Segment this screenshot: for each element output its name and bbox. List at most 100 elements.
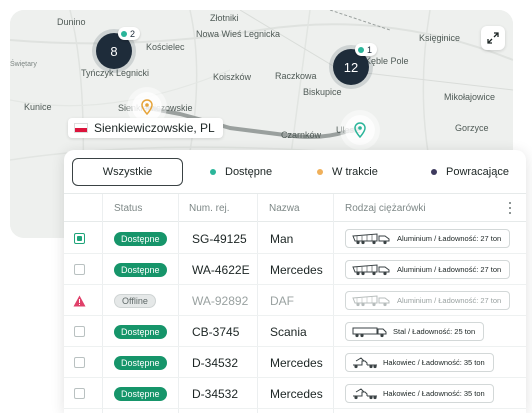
truck-type-label: Hakowiec / Ładowność: 35 ton — [383, 358, 485, 367]
table-header: Status Num. rej. Nazwa Rodzaj ciężarówki — [64, 194, 526, 222]
registration-number: D-34532 — [192, 386, 239, 401]
row-checkbox[interactable] — [73, 326, 85, 337]
filter-label: Dostępne — [225, 166, 273, 178]
table-row[interactable]: Dostępne WA-4622E Mercedes Aluminium / Łado… — [64, 254, 526, 285]
location-name: Sienkiewiczowskie, PL — [94, 121, 215, 135]
tipper-truck-icon — [352, 232, 390, 244]
registration-number: D-34532 — [192, 355, 239, 370]
status-cell: Dostępne — [114, 347, 167, 378]
truck-type-pill: Hakowiec / Ładowność: 35 ton — [345, 384, 494, 403]
row-select-cell[interactable] — [72, 223, 86, 254]
status-cell: Dostępne — [114, 316, 167, 347]
truck-type-label: Aluminium / Ładowność: 27 ton — [397, 234, 502, 243]
truck-type-label: Aluminium / Ładowność: 27 ton — [397, 296, 502, 305]
filter-returning[interactable]: Powracające — [431, 158, 509, 186]
location-pin-icon — [141, 99, 153, 115]
map-place-label: Gorzyce — [455, 123, 489, 133]
truck-type-cell: Stal / Ładowność: 25 ton — [345, 316, 485, 347]
vehicle-name: Mercedes — [270, 262, 323, 277]
column-header-name[interactable]: Nazwa — [269, 194, 300, 222]
filter-all-button[interactable]: Wszystkie — [72, 158, 183, 186]
column-header-truck-type[interactable]: Rodzaj ciężarówki — [345, 194, 426, 222]
cluster-badge-count: 2 — [130, 28, 136, 39]
warning-icon — [73, 295, 85, 306]
tipper-truck-icon — [352, 263, 390, 275]
vehicle-name: Mercedes — [270, 386, 323, 401]
column-header-registration[interactable]: Num. rej. — [189, 194, 230, 222]
cluster-badge-count: 1 — [367, 44, 373, 55]
status-filter-bar: Wszystkie Dostępne W trakcie Powracające — [64, 150, 526, 194]
table-row[interactable]: Dostępne D-34532 Mercedes Hakowiec / Ładown… — [64, 378, 526, 409]
map-place-label: Złotniki — [210, 13, 239, 23]
cluster-badge: 2 — [118, 27, 141, 40]
vehicle-name: Man — [270, 231, 294, 246]
row-checkbox[interactable] — [73, 388, 85, 399]
row-select-cell[interactable] — [72, 378, 86, 409]
row-select-cell[interactable] — [72, 347, 86, 378]
table-row[interactable]: Dostępne CB-3745 Scania Stal / Ładowność: 2… — [64, 316, 526, 347]
status-cell: Dostępne — [114, 223, 167, 254]
status-cell: Dostępne — [114, 378, 167, 409]
map-place-label: Biskupice — [303, 87, 342, 97]
row-select-cell[interactable] — [72, 254, 86, 285]
map-place-label: Kunice — [24, 102, 52, 112]
table-row[interactable]: Offline WA-92892 DAF Aluminium / Ładowność:… — [64, 285, 526, 316]
vehicle-name: Scania — [270, 324, 307, 339]
truck-type-pill: Aluminium / Ładowność: 27 ton — [345, 260, 511, 279]
truck-type-pill: Aluminium / Ładowność: 27 ton — [345, 291, 511, 310]
map-place-label: Kościelec — [146, 42, 185, 52]
table-row[interactable]: Dostępne D-34532 Mercedes Hakowiec / Ładown… — [64, 347, 526, 378]
cluster-count: 12 — [343, 59, 359, 75]
map-place-label: Kęble Pole — [365, 56, 409, 66]
expand-icon — [487, 32, 499, 44]
map-place-label: Dunino — [57, 17, 86, 27]
registration-number: WA-4622E — [192, 262, 250, 277]
status-cell: Dostępne — [114, 254, 167, 285]
map-place-label: Koiszków — [213, 72, 252, 82]
status-badge: Offline — [114, 293, 156, 308]
selected-location-label: Sienkiewiczowskie, PL — [68, 118, 223, 138]
location-pin-icon — [354, 122, 366, 138]
truck-type-cell: Aluminium / Ładowność: 27 ton — [345, 254, 511, 285]
status-dot — [431, 169, 437, 175]
truck-type-pill: Stal / Ładowność: 25 ton — [345, 322, 485, 341]
more-options-icon[interactable] — [508, 202, 512, 214]
row-checkbox[interactable] — [73, 233, 85, 244]
truck-type-label: Hakowiec / Ładowność: 35 ton — [383, 389, 485, 398]
map-place-label: Księginice — [419, 33, 461, 43]
registration-number: SG-49125 — [192, 231, 247, 246]
truck-type-cell: Hakowiec / Ładowność: 35 ton — [345, 347, 494, 378]
truck-type-label: Stal / Ładowność: 25 ton — [393, 327, 476, 336]
cluster-badge: 1 — [355, 43, 378, 56]
hooklift-truck-icon — [353, 387, 377, 399]
registration-number: CB-3745 — [192, 324, 240, 339]
truck-type-cell: Hakowiec / Ładowność: 35 ton — [345, 378, 494, 409]
column-header-status[interactable]: Status — [114, 194, 142, 222]
status-dot — [358, 46, 364, 53]
status-dot — [121, 30, 127, 37]
status-badge: Dostępne — [114, 231, 167, 246]
vehicle-cluster[interactable]: 12 1 — [333, 43, 378, 85]
filter-available[interactable]: Dostępne — [210, 158, 272, 186]
status-dot — [210, 169, 216, 175]
row-select-cell[interactable] — [72, 316, 86, 347]
status-dot — [317, 169, 323, 175]
filter-in-progress[interactable]: W trakcie — [317, 158, 378, 186]
table-row[interactable]: Dostępne SG-49125 Man Aluminium / Ładowność… — [64, 223, 526, 254]
map-place-label: Raczkowa — [275, 71, 317, 81]
row-checkbox[interactable] — [73, 264, 85, 275]
status-badge: Dostępne — [114, 324, 167, 339]
fullscreen-button[interactable] — [481, 26, 505, 50]
steel-truck-icon — [352, 327, 387, 337]
filter-label: Powracające — [446, 166, 509, 178]
vehicle-cluster[interactable]: 8 2 — [96, 27, 141, 69]
status-badge: Dostępne — [114, 355, 167, 370]
map-place-label: Tyńczyk Legnicki — [81, 68, 150, 78]
hooklift-truck-icon — [353, 356, 377, 368]
row-select-cell[interactable] — [72, 285, 86, 316]
tipper-truck-icon — [352, 294, 390, 306]
row-checkbox[interactable] — [73, 357, 85, 368]
map-pin-available[interactable] — [345, 115, 375, 145]
truck-type-cell: Aluminium / Ładowność: 27 ton — [345, 285, 511, 316]
map-place-label: Czarnków — [281, 130, 322, 140]
